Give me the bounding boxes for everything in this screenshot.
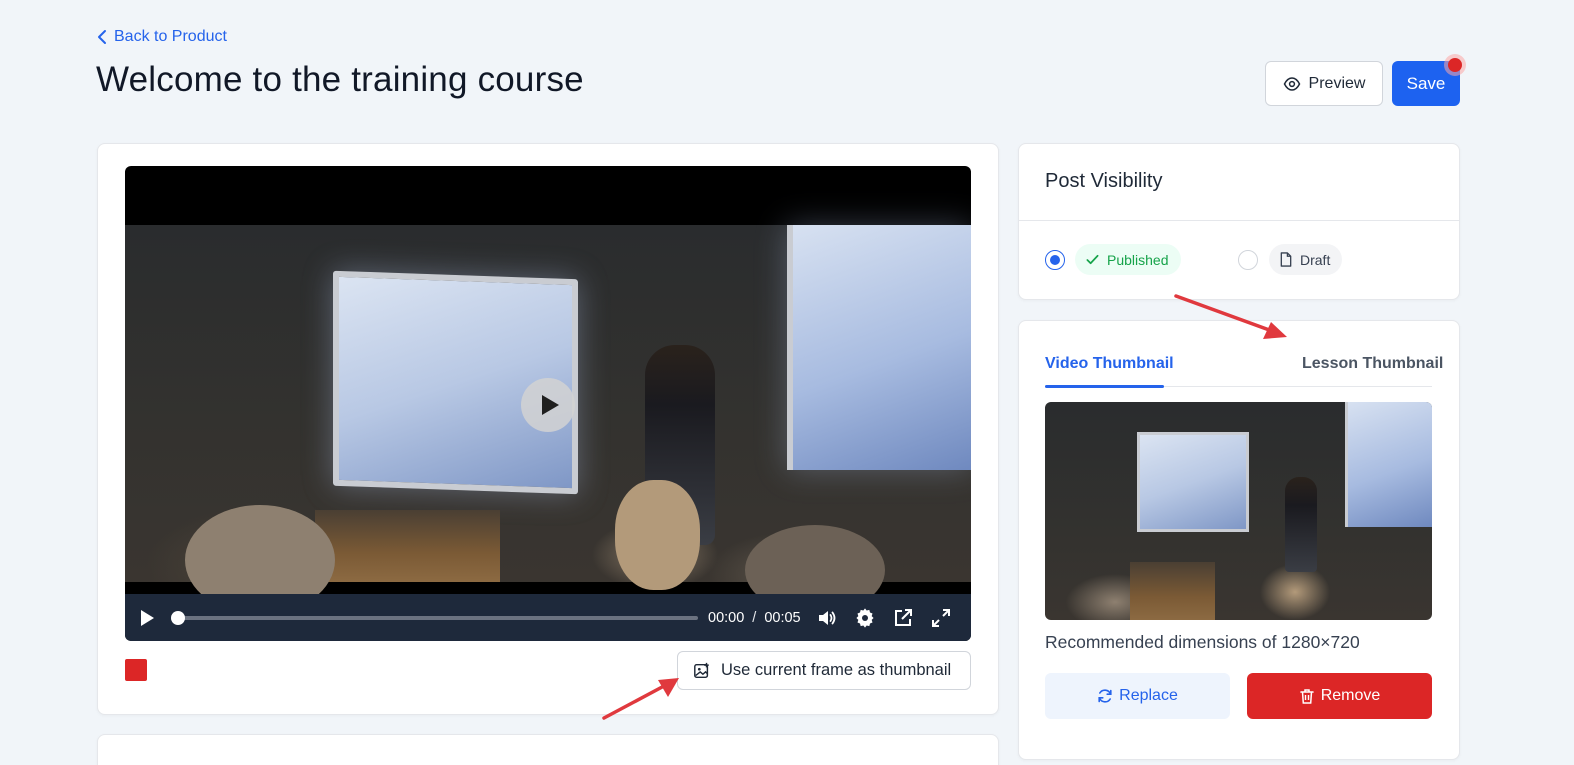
use-current-frame-label: Use current frame as thumbnail <box>721 661 952 679</box>
preview-button[interactable]: Preview <box>1265 61 1383 106</box>
recommended-dimensions: Recommended dimensions of 1280×720 <box>1045 632 1360 652</box>
save-label: Save <box>1406 73 1446 93</box>
video-frame-desk <box>315 510 500 582</box>
video-controls: 00:00 / 00:05 <box>125 594 971 641</box>
thumbnail-preview <box>1045 402 1432 620</box>
page-title: Welcome to the training course <box>96 60 584 99</box>
refresh-icon <box>1098 689 1112 703</box>
settings-button[interactable] <box>853 606 877 630</box>
progress-knob[interactable] <box>171 610 185 625</box>
tab-lesson-thumbnail[interactable]: Lesson Thumbnail <box>1302 355 1443 373</box>
thumbnail-presenter <box>1285 477 1317 572</box>
thumbnail-screen-right <box>1345 402 1432 527</box>
pip-button[interactable] <box>891 606 915 630</box>
image-plus-icon <box>694 662 709 678</box>
video-frame-screen-right <box>787 225 971 470</box>
back-link-label: Back to Product <box>114 28 227 45</box>
volume-button[interactable] <box>815 606 839 630</box>
notification-dot <box>1448 58 1462 72</box>
thumbnail-desk <box>1130 562 1215 620</box>
progress-bar[interactable] <box>171 610 698 625</box>
replace-label: Replace <box>1119 687 1178 704</box>
check-icon <box>1086 254 1099 265</box>
radio-draft[interactable] <box>1238 250 1258 270</box>
chevron-left-icon <box>98 30 106 44</box>
post-visibility-card <box>1018 143 1460 300</box>
draft-label: Draft <box>1300 251 1331 268</box>
external-link-icon <box>894 608 912 626</box>
tab-video-thumbnail[interactable]: Video Thumbnail <box>1045 355 1174 373</box>
trash-icon <box>1299 689 1314 704</box>
replace-button[interactable]: Replace <box>1045 673 1230 719</box>
video-player[interactable]: 00:00 / 00:05 <box>125 166 971 641</box>
eye-icon <box>1283 76 1300 91</box>
tab-active-indicator <box>1045 385 1164 388</box>
back-to-product-link[interactable]: Back to Product <box>96 28 227 46</box>
use-current-frame-button[interactable]: Use current frame as thumbnail <box>677 651 971 690</box>
preview-label: Preview <box>1308 74 1366 92</box>
record-indicator <box>125 659 147 681</box>
file-icon <box>1280 252 1292 267</box>
published-badge[interactable]: Published <box>1075 244 1181 275</box>
play-button[interactable] <box>135 606 159 630</box>
content-card <box>97 734 999 765</box>
big-play-button[interactable] <box>521 378 575 432</box>
volume-icon <box>818 610 836 625</box>
radio-published[interactable] <box>1045 250 1065 270</box>
divider <box>1018 220 1460 221</box>
post-visibility-title: Post Visibility <box>1045 170 1163 192</box>
draft-badge[interactable]: Draft <box>1269 244 1342 275</box>
thumbnail-screen <box>1137 432 1249 532</box>
fullscreen-icon <box>931 608 950 627</box>
duration: 00:05 <box>764 609 801 626</box>
time-separator: / <box>752 609 757 626</box>
current-time: 00:00 <box>708 609 745 626</box>
settings-icon <box>856 607 874 628</box>
remove-label: Remove <box>1320 687 1381 704</box>
published-label: Published <box>1107 251 1169 268</box>
video-frame-audience <box>615 480 700 590</box>
fullscreen-button[interactable] <box>929 606 953 630</box>
remove-button[interactable]: Remove <box>1247 673 1432 719</box>
play-icon <box>542 395 559 415</box>
play-icon <box>141 609 154 626</box>
